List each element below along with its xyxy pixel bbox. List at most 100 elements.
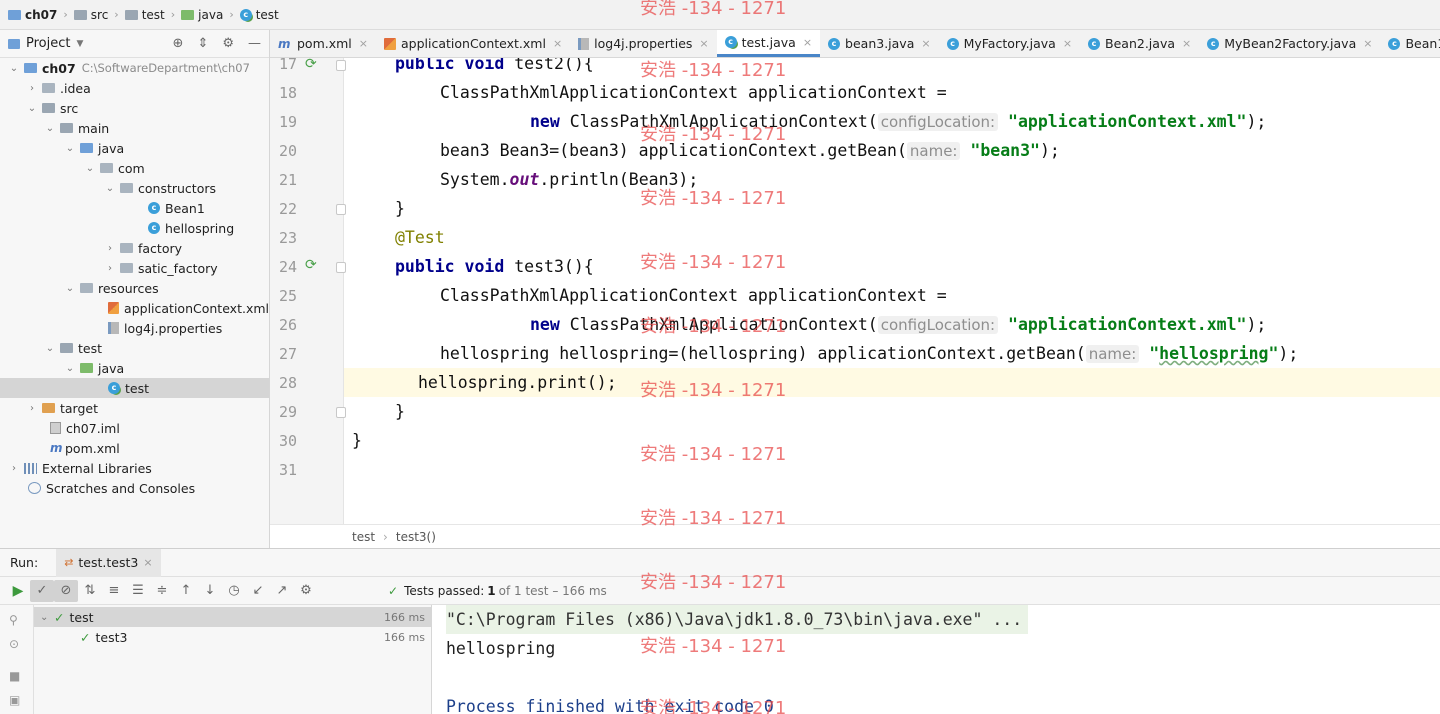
tab-bean2-java[interactable]: c Bean2.java × bbox=[1080, 30, 1199, 57]
class-icon: c bbox=[828, 37, 841, 50]
collapsed-arrow-icon[interactable]: › bbox=[26, 403, 38, 414]
collapsed-arrow-icon[interactable]: › bbox=[104, 243, 116, 254]
tree-item-test-class[interactable]: c test bbox=[0, 378, 269, 398]
code-editor[interactable]: 17 18 19 20 21 22 23 24 25 26 27 28 29 3… bbox=[270, 58, 1440, 524]
show-ignored-icon[interactable]: ⊘ bbox=[54, 579, 78, 602]
expanded-arrow-icon[interactable]: ⌄ bbox=[64, 283, 76, 294]
close-icon[interactable]: × bbox=[359, 37, 368, 50]
tab-applicationcontext-xml[interactable]: applicationContext.xml × bbox=[376, 30, 570, 57]
close-icon[interactable]: × bbox=[143, 556, 152, 569]
expand-all-icon[interactable]: ☰ bbox=[126, 580, 150, 602]
close-icon[interactable]: × bbox=[803, 36, 812, 49]
expanded-arrow-icon[interactable]: ⌄ bbox=[84, 163, 96, 174]
pin-tab-icon[interactable]: ⚲ bbox=[9, 613, 18, 627]
breadcrumb-java[interactable]: java bbox=[181, 8, 223, 22]
close-icon[interactable]: × bbox=[1063, 37, 1072, 50]
tree-item-resources[interactable]: ⌄ resources bbox=[0, 278, 269, 298]
expanded-arrow-icon[interactable]: ⌄ bbox=[26, 103, 38, 114]
expanded-arrow-icon[interactable]: ⌄ bbox=[44, 343, 56, 354]
tree-item-applicationcontext-xml[interactable]: applicationContext.xml bbox=[0, 298, 269, 318]
test-history-icon[interactable]: ◷ bbox=[222, 580, 246, 602]
tree-item-factory[interactable]: › factory bbox=[0, 238, 269, 258]
tab-log4j-properties[interactable]: log4j.properties × bbox=[570, 30, 716, 57]
tree-item-ch07-iml[interactable]: ch07.iml bbox=[0, 418, 269, 438]
tree-item-java-main[interactable]: ⌄ java bbox=[0, 138, 269, 158]
tree-item-hellospring[interactable]: c hellospring bbox=[0, 218, 269, 238]
tab-mybean2factory-java[interactable]: c MyBean2Factory.java × bbox=[1199, 30, 1380, 57]
locate-file-icon[interactable]: ⊕ bbox=[173, 36, 184, 51]
sort-alphabetically-icon[interactable]: ⇅ bbox=[78, 580, 102, 602]
close-icon[interactable]: × bbox=[1363, 37, 1372, 50]
fold-marker-icon[interactable] bbox=[336, 407, 346, 418]
sort-by-duration-icon[interactable]: ≡ bbox=[102, 580, 126, 602]
tree-item-external-libraries[interactable]: › External Libraries bbox=[0, 458, 269, 478]
breadcrumb-test-class[interactable]: c test bbox=[239, 8, 279, 22]
tree-item-pom-xml[interactable]: m pom.xml bbox=[0, 438, 269, 458]
close-icon[interactable]: × bbox=[921, 37, 930, 50]
rerun-icon[interactable]: ▶ bbox=[6, 580, 30, 602]
tree-item-ch07[interactable]: ⌄ ch07 C:\SoftwareDepartment\ch07 bbox=[0, 58, 269, 78]
camera-icon[interactable]: ⊙ bbox=[9, 637, 19, 651]
fold-marker-icon[interactable] bbox=[336, 60, 346, 71]
tab-bean1-java[interactable]: c Bean1.java × bbox=[1380, 30, 1440, 57]
gear-icon[interactable]: ⚙ bbox=[222, 36, 234, 51]
next-failed-icon[interactable]: ↓ bbox=[198, 580, 222, 602]
tree-item-target[interactable]: › target bbox=[0, 398, 269, 418]
fold-marker-icon[interactable] bbox=[336, 262, 346, 273]
tree-item-scratches[interactable]: Scratches and Consoles bbox=[0, 478, 269, 498]
tree-item-com[interactable]: ⌄ com bbox=[0, 158, 269, 178]
breadcrumb-test[interactable]: test bbox=[124, 8, 165, 22]
expanded-arrow-icon[interactable]: ⌄ bbox=[44, 123, 56, 134]
breadcrumb-project[interactable]: ch07 bbox=[8, 8, 57, 22]
crumb-method[interactable]: test3() bbox=[396, 530, 436, 544]
tab-pom-xml[interactable]: m pom.xml × bbox=[270, 30, 376, 57]
tree-item-constructors[interactable]: ⌄ constructors bbox=[0, 178, 269, 198]
screenshot-icon[interactable]: ▣ bbox=[9, 693, 20, 707]
gear-icon[interactable]: ⚙ bbox=[294, 580, 318, 602]
tree-item-main[interactable]: ⌄ main bbox=[0, 118, 269, 138]
run-config-tab[interactable]: ⇄ test.test3 × bbox=[56, 548, 161, 577]
line-number: 24 bbox=[278, 258, 297, 276]
collapsed-arrow-icon[interactable]: › bbox=[104, 263, 116, 274]
collapsed-arrow-icon[interactable]: › bbox=[8, 463, 20, 474]
stop-icon[interactable]: ■ bbox=[9, 669, 20, 683]
run-test-icon[interactable]: ⟳ bbox=[305, 58, 321, 72]
close-icon[interactable]: × bbox=[1182, 37, 1191, 50]
crumb-class[interactable]: test bbox=[352, 530, 375, 544]
project-view-selector[interactable]: Project ▼ bbox=[8, 36, 83, 51]
tab-myfactory-java[interactable]: c MyFactory.java × bbox=[939, 30, 1080, 57]
expanded-arrow-icon[interactable]: ⌄ bbox=[64, 143, 76, 154]
previous-failed-icon[interactable]: ↑ bbox=[174, 580, 198, 602]
show-passed-icon[interactable]: ✓ bbox=[30, 579, 54, 602]
expanded-arrow-icon[interactable]: ⌄ bbox=[40, 612, 54, 623]
tab-test-java[interactable]: c test.java × bbox=[716, 30, 821, 57]
expanded-arrow-icon[interactable]: ⌄ bbox=[8, 63, 20, 74]
project-panel-toolbar: ⊕ ⇕ ⚙ — bbox=[173, 36, 261, 51]
tree-item-bean1[interactable]: c Bean1 bbox=[0, 198, 269, 218]
collapsed-arrow-icon[interactable]: › bbox=[26, 83, 38, 94]
code-line-25: ClassPathXmlApplicationContext applicati… bbox=[440, 286, 947, 305]
console-output[interactable]: "C:\Program Files (x86)\Java\jdk1.8.0_73… bbox=[432, 605, 1440, 714]
tree-item-log4j-properties[interactable]: log4j.properties bbox=[0, 318, 269, 338]
breadcrumb-src[interactable]: src bbox=[73, 8, 108, 22]
run-test-icon[interactable]: ⟳ bbox=[305, 257, 321, 273]
fold-marker-icon[interactable] bbox=[336, 204, 346, 215]
test-result-test3[interactable]: ✓ test3 166 ms bbox=[34, 627, 431, 647]
tab-bean3-java[interactable]: c bean3.java × bbox=[820, 30, 939, 57]
expanded-arrow-icon[interactable]: ⌄ bbox=[64, 363, 76, 374]
import-tests-icon[interactable]: ↙ bbox=[246, 580, 270, 602]
tree-item-java-test[interactable]: ⌄ java bbox=[0, 358, 269, 378]
tree-item-src[interactable]: ⌄ src bbox=[0, 98, 269, 118]
code-line-27: hellospring hellospring=(hellospring) ap… bbox=[440, 344, 1299, 363]
collapse-all-icon[interactable]: ⇕ bbox=[197, 36, 208, 51]
collapse-all-icon[interactable]: ≑ bbox=[150, 580, 174, 602]
tree-item-satic-factory[interactable]: › satic_factory bbox=[0, 258, 269, 278]
close-icon[interactable]: × bbox=[553, 37, 562, 50]
tree-item-test-dir[interactable]: ⌄ test bbox=[0, 338, 269, 358]
export-tests-icon[interactable]: ↗ bbox=[270, 580, 294, 602]
close-icon[interactable]: × bbox=[699, 37, 708, 50]
tree-item-idea[interactable]: › .idea bbox=[0, 78, 269, 98]
expanded-arrow-icon[interactable]: ⌄ bbox=[104, 183, 116, 194]
test-result-root[interactable]: ⌄ ✓ test 166 ms bbox=[34, 607, 431, 627]
minimize-icon[interactable]: — bbox=[248, 36, 261, 51]
